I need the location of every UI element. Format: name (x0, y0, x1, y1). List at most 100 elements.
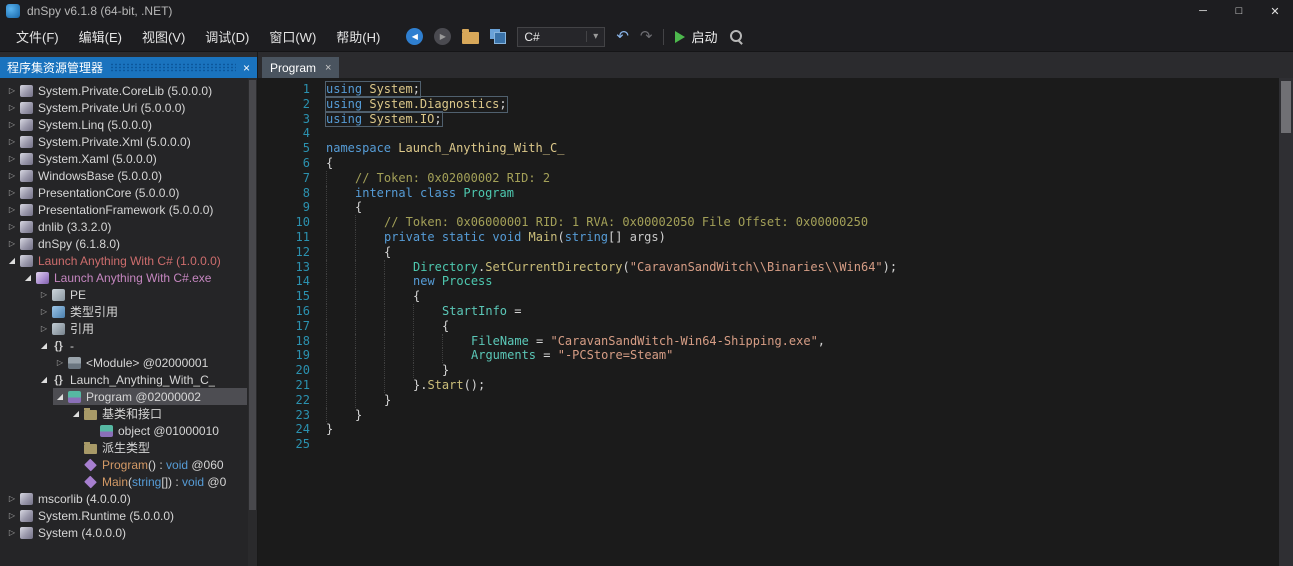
tree-item-label: System.Linq (5.0.0.0) (38, 118, 152, 132)
chevron-collapsed-icon[interactable]: ▷ (5, 171, 19, 180)
tree-item[interactable]: ▷ System.Linq (5.0.0.0) (0, 116, 257, 133)
tree-item-label: System.Runtime (5.0.0.0) (38, 509, 174, 523)
chevron-collapsed-icon[interactable]: ▷ (37, 290, 51, 299)
code-line: 7// Token: 0x02000002 RID: 2 (258, 171, 1293, 186)
chevron-expanded-icon[interactable]: ◢ (5, 256, 19, 265)
tree-item[interactable]: ▷PE (0, 286, 257, 303)
chevron-collapsed-icon[interactable]: ▷ (5, 103, 19, 112)
redo-icon[interactable]: ↷ (640, 29, 653, 44)
indent-guide (355, 289, 384, 304)
chevron-collapsed-icon[interactable]: ▷ (5, 222, 19, 231)
tree-item[interactable]: ◢Program @02000002 (0, 388, 257, 405)
tree-item-label: object @01000010 (118, 424, 219, 438)
language-select[interactable]: C# ▾ (517, 27, 605, 47)
tree-item[interactable]: object @01000010 (0, 422, 257, 439)
tree-item[interactable]: ▷引用 (0, 320, 257, 337)
tree-item[interactable]: ▷PresentationCore (5.0.0.0) (0, 184, 257, 201)
tree-item[interactable]: ▷dnSpy (6.1.8.0) (0, 235, 257, 252)
tree-item[interactable]: ▷dnlib (3.3.2.0) (0, 218, 257, 235)
save-all-icon[interactable] (490, 29, 506, 44)
code-area: 1using System;2using System.Diagnostics;… (258, 82, 1293, 452)
indent-guide (413, 348, 442, 363)
tree-scrollbar[interactable] (248, 78, 257, 566)
tree-item[interactable]: ▷类型引用 (0, 303, 257, 320)
indent-guide (442, 334, 471, 349)
menu-item-window[interactable]: 窗口(W) (259, 22, 326, 51)
chevron-collapsed-icon[interactable]: ▷ (5, 494, 19, 503)
editor-scrollbar-thumb[interactable] (1281, 81, 1291, 133)
tree-item[interactable]: ▷<Module> @02000001 (0, 354, 257, 371)
tab-close-icon[interactable]: × (325, 62, 331, 74)
start-debug-button[interactable]: 启动 (675, 27, 717, 46)
tree-item[interactable]: ▷ System.Runtime (5.0.0.0) (0, 507, 257, 524)
navigate-forward-icon[interactable]: ▶ (434, 28, 451, 45)
tree-item[interactable]: ◢{}- (0, 337, 257, 354)
indent-guide (326, 378, 355, 393)
tree-item[interactable]: ◢{}Launch_Anything_With_C_ (0, 371, 257, 388)
tree-item[interactable]: ◢Launch Anything With C# (1.0.0.0) (0, 252, 257, 269)
tree-scrollbar-thumb[interactable] (249, 80, 256, 510)
tree-item[interactable]: ▷System.Private.CoreLib (5.0.0.0) (0, 82, 257, 99)
tree-item[interactable]: Main(string[]) : void @0 (0, 473, 257, 490)
chevron-collapsed-icon[interactable]: ▷ (5, 86, 19, 95)
indent-guide (326, 186, 355, 201)
code-line-content: } (326, 393, 391, 408)
code-line-content: namespace Launch_Anything_With_C_ (326, 141, 564, 156)
menu-item-debug[interactable]: 调试(D) (195, 22, 259, 51)
menu-item-file[interactable]: 文件(F) (6, 22, 69, 51)
tree-item[interactable]: Program() : void @060 (0, 456, 257, 473)
chevron-expanded-icon[interactable]: ◢ (37, 375, 51, 384)
chevron-collapsed-icon[interactable]: ▷ (5, 137, 19, 146)
assembly-icon (20, 187, 33, 199)
code-line-content: // Token: 0x06000001 RID: 1 RVA: 0x00002… (326, 215, 868, 230)
chevron-collapsed-icon[interactable]: ▷ (5, 188, 19, 197)
chevron-collapsed-icon[interactable]: ▷ (5, 205, 19, 214)
chevron-collapsed-icon[interactable]: ▷ (5, 239, 19, 248)
tab-program[interactable]: Program × (262, 57, 339, 78)
tree-item[interactable]: ◢Launch Anything With C#.exe (0, 269, 257, 286)
assembly-icon (20, 221, 33, 233)
menu-item-edit[interactable]: 编辑(E) (69, 22, 132, 51)
panel-drag-grip[interactable] (110, 63, 236, 72)
tree-item[interactable]: ▷PresentationFramework (5.0.0.0) (0, 201, 257, 218)
close-button[interactable]: ✕ (1257, 0, 1293, 22)
chevron-collapsed-icon[interactable]: ▷ (5, 528, 19, 537)
tree-item[interactable]: ▷System.Private.Xml (5.0.0.0) (0, 133, 257, 150)
tree-item[interactable]: ▷mscorlib (4.0.0.0) (0, 490, 257, 507)
chevron-expanded-icon[interactable]: ◢ (53, 392, 67, 401)
chevron-collapsed-icon[interactable]: ▷ (37, 324, 51, 333)
indent-guide (442, 348, 471, 363)
menu-item-view[interactable]: 视图(V) (132, 22, 195, 51)
open-file-icon[interactable] (462, 32, 479, 44)
chevron-down-icon: ▾ (586, 31, 598, 42)
chevron-expanded-icon[interactable]: ◢ (37, 341, 51, 350)
code-line-content: Directory.SetCurrentDirectory("CaravanSa… (326, 260, 897, 275)
assembly-explorer-header[interactable]: 程序集资源管理器 × (0, 57, 257, 78)
tree-item[interactable]: ▷System.Xaml (5.0.0.0) (0, 150, 257, 167)
chevron-collapsed-icon[interactable]: ▷ (5, 511, 19, 520)
code-line: 2using System.Diagnostics; (258, 97, 1293, 112)
tree-item[interactable]: ▷System (4.0.0.0) (0, 524, 257, 541)
editor-scrollbar[interactable] (1279, 78, 1293, 566)
tree-item[interactable]: 派生类型 (0, 439, 257, 456)
chevron-collapsed-icon[interactable]: ▷ (5, 154, 19, 163)
code-editor[interactable]: 1using System;2using System.Diagnostics;… (258, 78, 1293, 566)
chevron-expanded-icon[interactable]: ◢ (69, 409, 83, 418)
minimize-button[interactable]: ─ (1185, 0, 1221, 22)
menu-item-help[interactable]: 帮助(H) (326, 22, 390, 51)
chevron-expanded-icon[interactable]: ◢ (21, 273, 35, 282)
maximize-button[interactable]: □ (1221, 0, 1257, 22)
chevron-collapsed-icon[interactable]: ▷ (37, 307, 51, 316)
panel-close-icon[interactable]: × (243, 61, 250, 75)
search-icon[interactable] (729, 29, 744, 44)
tree-item[interactable]: ◢基类和接口 (0, 405, 257, 422)
tree-item[interactable]: ▷WindowsBase (5.0.0.0) (0, 167, 257, 184)
undo-icon[interactable]: ↶ (616, 29, 629, 44)
tree-item[interactable]: ▷System.Private.Uri (5.0.0.0) (0, 99, 257, 116)
navigate-back-icon[interactable]: ◀ (406, 28, 423, 45)
code-line: 19Arguments = "-PCStore=Steam" (258, 348, 1293, 363)
code-line: 23} (258, 408, 1293, 423)
code-line: 10// Token: 0x06000001 RID: 1 RVA: 0x000… (258, 215, 1293, 230)
chevron-collapsed-icon[interactable]: ▷ (53, 358, 67, 367)
chevron-collapsed-icon[interactable]: ▷ (5, 120, 19, 129)
